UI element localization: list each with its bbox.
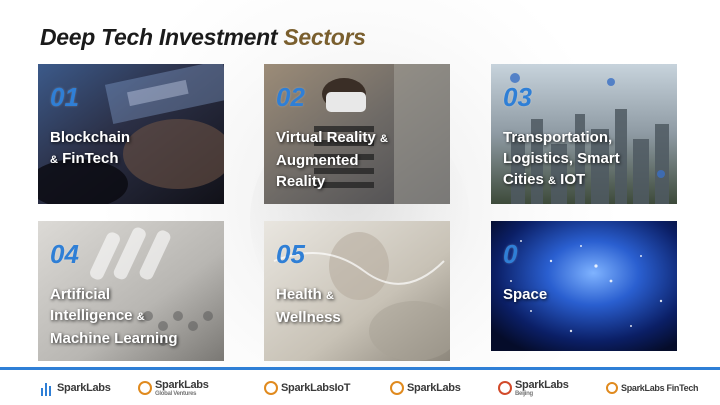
sector-number: 03 xyxy=(503,82,532,112)
sector-label: Space xyxy=(503,284,547,305)
sector-label: Blockchain & FinTech xyxy=(50,127,130,171)
label-line-1: Space xyxy=(503,286,548,303)
logo-sparklabs-1: SparkLabs xyxy=(40,376,111,400)
sector-label: Virtual Reality & Augmented Reality xyxy=(276,127,388,192)
sector-tile-health[interactable]: 05 Health & Wellness xyxy=(264,221,450,361)
spark-swirl-icon xyxy=(606,382,618,394)
sector-tile-virtual-reality[interactable]: 02 Virtual Reality & Augmented Reality xyxy=(264,64,450,204)
label-line-2: Logistics, Smart xyxy=(503,150,620,167)
sector-label: Artificial Intelligence & Machine Learni… xyxy=(50,284,178,349)
sector-number: 01 xyxy=(50,82,79,112)
title-part-2: Sectors xyxy=(283,24,366,50)
sector-number: 02 xyxy=(276,82,305,112)
label-line-1: Virtual Reality & xyxy=(276,129,388,146)
spark-swirl-icon xyxy=(498,381,512,395)
sector-tile-artificial-intelligence[interactable]: 04 Artificial Intelligence & Machine Lea… xyxy=(38,221,224,361)
footer-logo-bar: SparkLabs SparkLabs Global Ventures Spark… xyxy=(0,370,720,405)
label-line-1: Blockchain xyxy=(50,129,131,146)
sector-tile-transportation[interactable]: 03 Transportation, Logistics, Smart Citi… xyxy=(491,64,677,204)
logo-sparklabs-2: SparkLabs xyxy=(390,376,461,400)
label-line-1: Artificial xyxy=(50,286,111,303)
spark-swirl-icon xyxy=(390,381,404,395)
logo-sparklabs-beijing: SparkLabs Beijing xyxy=(498,376,569,400)
logo-sparklabs-iot: SparkLabsIoT xyxy=(264,376,350,400)
label-line-1: Transportation, xyxy=(503,129,613,146)
sparklabs-bars-icon xyxy=(41,383,51,396)
logo-sparklabs-fintech: SparkLabs FinTech xyxy=(606,376,699,400)
label-line-1: Health & xyxy=(276,286,334,303)
sector-number: 04 xyxy=(50,239,79,269)
label-line-2: Augmented xyxy=(276,152,359,169)
label-line-3: Reality xyxy=(276,173,326,190)
label-line-2: Intelligence & xyxy=(50,307,145,324)
label-line-3: Machine Learning xyxy=(50,330,178,347)
spark-swirl-icon xyxy=(264,381,278,395)
sector-number: 05 xyxy=(276,239,305,269)
logo-sparklabs-global: SparkLabs Global Ventures xyxy=(138,376,209,400)
sector-label: Health & Wellness xyxy=(276,284,341,328)
spark-swirl-icon xyxy=(138,381,152,395)
title-part-1: Deep Tech Investment xyxy=(40,24,278,50)
slide: Deep Tech Investment Sectors 01 Blockcha… xyxy=(0,0,720,405)
label-line-3: Cities & IOT xyxy=(503,171,586,188)
sector-tile-space[interactable]: 0 Space xyxy=(491,221,677,351)
label-line-2: & FinTech xyxy=(50,150,119,167)
slide-title: Deep Tech Investment Sectors xyxy=(40,24,366,51)
sector-number: 0 xyxy=(503,239,518,269)
sector-tile-blockchain[interactable]: 01 Blockchain & FinTech xyxy=(38,64,224,204)
sector-label: Transportation, Logistics, Smart Cities … xyxy=(503,127,620,192)
label-line-2: Wellness xyxy=(276,309,341,326)
